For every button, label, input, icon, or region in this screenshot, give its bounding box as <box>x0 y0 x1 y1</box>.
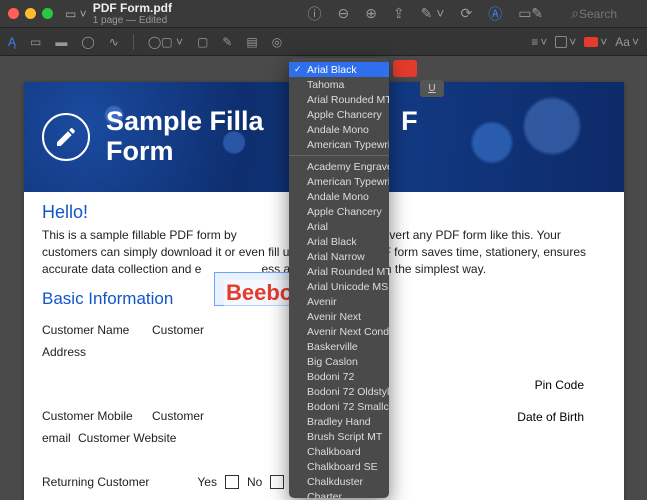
label-mobile-2: Customer <box>152 409 204 423</box>
shapes-icon[interactable]: ◯▢ ˅ <box>148 35 183 49</box>
highlight-icon[interactable]: ✎ ˅ <box>421 5 445 22</box>
loupe-icon[interactable]: ◎ <box>272 35 282 49</box>
font-option[interactable]: Arial Rounded MT Bold <box>289 264 389 279</box>
title-wrap: PDF Form.pdf 1 page — Edited <box>93 1 172 26</box>
font-option[interactable]: Bodoni 72 <box>289 369 389 384</box>
search-icon: ⌕ <box>571 5 579 22</box>
font-option[interactable]: Arial Black <box>289 62 389 77</box>
stroke-style-dropdown[interactable]: ≡˅ <box>531 35 547 49</box>
label-customer-2: Customer <box>152 323 204 337</box>
document-title: PDF Form.pdf <box>93 1 172 15</box>
markup-icon[interactable]: Ⓐ <box>488 4 502 24</box>
form-icon[interactable]: ▭✎ <box>518 5 543 22</box>
font-option[interactable]: Apple Chancery <box>289 107 389 122</box>
font-option[interactable]: Chalkduster <box>289 474 389 489</box>
checkbox-yes[interactable] <box>225 475 239 489</box>
label-returning: Returning Customer <box>42 475 149 489</box>
font-option[interactable]: Chalkboard <box>289 444 389 459</box>
info-icon[interactable]: ⓘ <box>307 4 321 24</box>
share-icon[interactable]: ⇪ <box>393 5 405 22</box>
font-option[interactable]: Avenir Next Condensed <box>289 324 389 339</box>
redact-icon[interactable]: ▬ <box>55 35 67 49</box>
fill-color-dropdown[interactable]: ˅ <box>584 35 607 49</box>
font-option[interactable]: Brush Script MT <box>289 429 389 444</box>
font-option[interactable]: Big Caslon <box>289 354 389 369</box>
sign-icon[interactable]: ✎ <box>222 35 232 49</box>
font-option[interactable]: Baskerville <box>289 339 389 354</box>
markup-toolbar: Ą ▭ ▬ ◯ ∿ ◯▢ ˅ ▢ ✎ ▤ ◎ ≡˅ ˅ ˅ Aa˅ <box>0 28 647 56</box>
sidebar-toggle-icon[interactable]: ▭ ˅ <box>65 7 87 21</box>
font-option[interactable]: Chalkboard SE <box>289 459 389 474</box>
zoom-out-icon[interactable]: ⊖ <box>337 5 349 22</box>
close-icon[interactable] <box>8 8 19 19</box>
checkbox-no[interactable] <box>270 475 284 489</box>
search-input[interactable] <box>579 7 639 21</box>
font-option[interactable]: Bodoni 72 Oldstyle <box>289 384 389 399</box>
font-family-menu[interactable]: Arial BlackTahomaArial Rounded MT BoldAp… <box>289 58 389 498</box>
text-icon[interactable]: ▢ <box>197 35 208 49</box>
font-option[interactable]: Academy Engraved LET <box>289 159 389 174</box>
note-icon[interactable]: ▤ <box>246 35 257 49</box>
label-address: Address <box>42 345 152 359</box>
font-option[interactable]: Andale Mono <box>289 122 389 137</box>
font-option[interactable]: Arial Unicode MS <box>289 279 389 294</box>
sketch-icon[interactable]: ∿ <box>109 35 119 49</box>
font-option[interactable]: Arial <box>289 219 389 234</box>
titlebar: ▭ ˅ PDF Form.pdf 1 page — Edited ⓘ ⊖ ⊕ ⇪… <box>0 0 647 28</box>
text-color-swatch[interactable] <box>393 60 417 77</box>
font-option[interactable]: American Typewriter <box>289 174 389 189</box>
label-mobile: Customer Mobile <box>42 409 152 423</box>
font-option[interactable]: Andale Mono <box>289 189 389 204</box>
font-option[interactable]: Tahoma <box>289 77 389 92</box>
font-option[interactable]: Arial Rounded MT Bold <box>289 92 389 107</box>
font-option[interactable]: Avenir <box>289 294 389 309</box>
font-option[interactable]: Bodoni 72 Smallcaps <box>289 399 389 414</box>
label-no: No <box>247 475 262 489</box>
font-dropdown-trigger[interactable]: Aa˅ <box>615 35 639 49</box>
document-subtitle: 1 page — Edited <box>93 15 172 26</box>
label-website: Customer Website <box>78 431 176 445</box>
font-option[interactable]: Charter <box>289 489 389 498</box>
font-option[interactable]: Arial Narrow <box>289 249 389 264</box>
border-color-dropdown[interactable]: ˅ <box>555 35 576 49</box>
font-option[interactable]: Bradley Hand <box>289 414 389 429</box>
search-field[interactable]: ⌕ <box>571 5 639 22</box>
zoom-in-icon[interactable]: ⊕ <box>365 5 377 22</box>
label-dob: Date of Birth <box>517 410 584 424</box>
font-option[interactable]: American Typewriter <box>289 137 389 152</box>
minimize-icon[interactable] <box>25 8 36 19</box>
font-option[interactable]: Avenir Next <box>289 309 389 324</box>
font-option[interactable]: Apple Chancery <box>289 204 389 219</box>
font-option[interactable]: Arial Black <box>289 234 389 249</box>
underline-button[interactable]: U <box>420 80 444 97</box>
edit-icon <box>42 113 90 161</box>
label-email: email <box>42 431 78 445</box>
rect-select-icon[interactable]: ▭ <box>30 35 41 49</box>
lasso-icon[interactable]: ◯ <box>81 35 94 49</box>
window-controls <box>8 8 53 19</box>
label-yes: Yes <box>197 475 217 489</box>
text-format-panel: U <box>393 60 444 117</box>
text-selection-icon[interactable]: Ą <box>8 35 16 49</box>
label-pincode: Pin Code <box>535 378 584 392</box>
label-customer-name: Customer Name <box>42 323 152 337</box>
rotate-icon[interactable]: ⟳ <box>460 5 472 22</box>
main-toolbar: ⓘ ⊖ ⊕ ⇪ ✎ ˅ ⟳ Ⓐ ▭✎ ⌕ <box>307 4 639 24</box>
maximize-icon[interactable] <box>42 8 53 19</box>
